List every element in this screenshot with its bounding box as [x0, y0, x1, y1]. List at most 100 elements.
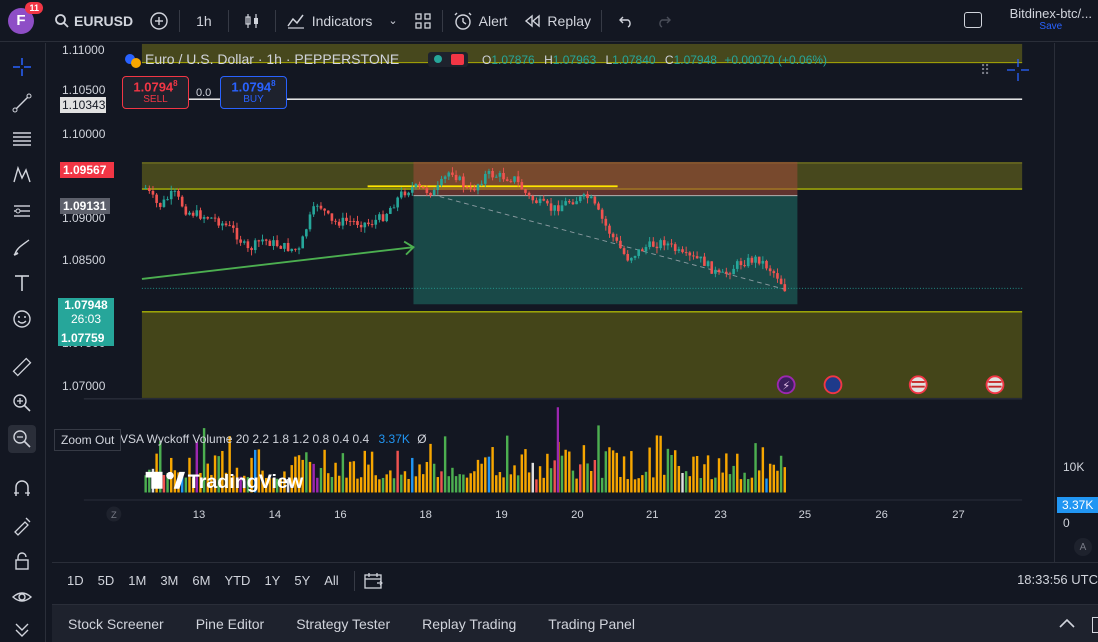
crosshair-icon	[13, 58, 31, 76]
interval-button[interactable]: 1h	[182, 0, 226, 42]
tab-pine-editor[interactable]: Pine Editor	[180, 616, 280, 632]
lock-tool[interactable]	[8, 547, 36, 575]
price-axis[interactable]: 1.11000 1.10500 1.10000 1.09000 1.08500 …	[52, 43, 114, 424]
range-1m[interactable]: 1M	[121, 573, 153, 588]
data-status-icon	[451, 54, 464, 65]
tab-strategy-tester[interactable]: Strategy Tester	[280, 616, 406, 632]
us-flag-event-icon-2[interactable]	[985, 375, 1005, 395]
green-zone-price-label[interactable]: 1.07759	[58, 330, 114, 346]
volume-bar	[432, 463, 436, 493]
green-trend-arrow[interactable]	[141, 246, 414, 280]
candle-body	[776, 273, 779, 279]
remove-drawings-tool[interactable]	[8, 617, 36, 642]
range-5y[interactable]: 5Y	[287, 573, 317, 588]
zoom-in-tool[interactable]	[8, 389, 36, 417]
zoom-out-tool[interactable]	[8, 425, 36, 453]
chevron-down-icon[interactable]: ⌄	[388, 14, 397, 27]
buy-label: BUY	[243, 94, 264, 106]
forecast-tool[interactable]	[8, 197, 36, 225]
user-avatar[interactable]: F 11	[8, 1, 43, 34]
tab-stock-screener[interactable]: Stock Screener	[52, 616, 180, 632]
candle-body	[498, 172, 502, 177]
buy-button[interactable]: 1.07948 BUY	[220, 76, 287, 109]
candle-body	[502, 172, 505, 180]
pattern-tool[interactable]	[8, 161, 36, 189]
calendar-range-icon[interactable]	[363, 571, 385, 591]
candle-body	[509, 180, 513, 182]
current-price-label[interactable]: 1.07948 26:03	[58, 298, 114, 330]
red-zone-price-label[interactable]: 1.09567	[60, 162, 114, 178]
entry-price-label[interactable]: 1.09131	[60, 198, 110, 214]
lower-yellow-zone[interactable]	[141, 311, 1023, 398]
time-tick: 23	[714, 509, 726, 521]
chart-type-button[interactable]	[231, 0, 273, 42]
chevron-up-icon[interactable]	[1058, 617, 1076, 629]
candle-body	[173, 190, 177, 192]
candle-body	[600, 209, 604, 219]
candle-body	[359, 224, 363, 228]
range-5d[interactable]: 5D	[91, 573, 122, 588]
range-1d[interactable]: 1D	[60, 573, 91, 588]
measure-tool[interactable]	[8, 353, 36, 381]
candle-body	[308, 214, 312, 230]
eu-flag-event-icon[interactable]	[823, 375, 843, 395]
right-price-scale[interactable]	[1054, 43, 1098, 562]
tab-trading-panel[interactable]: Trading Panel	[532, 616, 651, 632]
range-3m[interactable]: 3M	[153, 573, 185, 588]
volume-indicator-legend[interactable]: VSA Wyckoff Volume 20 2.2 1.8 1.2 0.8 0.…	[120, 432, 427, 446]
symbol-search-button[interactable]: EURUSD	[46, 0, 141, 42]
candle-body	[673, 244, 677, 251]
drawing-mode-tool[interactable]	[8, 511, 36, 539]
range-ytd[interactable]: YTD	[217, 573, 257, 588]
drag-handle-icon[interactable]: ⠿	[980, 63, 990, 79]
layout-toggle-icon[interactable]	[964, 12, 982, 28]
candle-body	[407, 192, 410, 196]
candle-body	[166, 199, 169, 201]
emoji-tool[interactable]	[8, 305, 36, 333]
candle-body	[476, 184, 480, 191]
tab-replay-trading[interactable]: Replay Trading	[406, 616, 532, 632]
volume-bar	[396, 450, 399, 493]
replay-button[interactable]: Replay	[515, 0, 599, 42]
range-6m[interactable]: 6M	[185, 573, 217, 588]
legend-title[interactable]: Euro / U.S. Dollar · 1h · PEPPERSTONE	[145, 51, 399, 67]
alert-button[interactable]: Alert	[445, 0, 516, 42]
redo-button[interactable]	[648, 0, 680, 42]
fib-tool[interactable]	[8, 125, 36, 153]
crosshair-tool[interactable]	[8, 53, 36, 81]
candle-body	[706, 261, 710, 266]
trend-line-tool[interactable]	[8, 89, 36, 117]
us-flag-event-icon[interactable]	[908, 375, 928, 395]
time-axis-z-button[interactable]: Z	[111, 510, 117, 520]
white-line-price-label[interactable]: 1.10343	[60, 97, 106, 113]
indicators-icon	[287, 14, 304, 29]
templates-button[interactable]	[406, 0, 440, 42]
brush-tool[interactable]	[8, 233, 36, 261]
layout-name-button[interactable]: Bitdinex-btc/... Save	[1010, 6, 1092, 32]
text-tool[interactable]	[8, 269, 36, 297]
range-all[interactable]: All	[317, 573, 345, 588]
candle-body	[535, 200, 538, 204]
time-tick: 21	[646, 509, 658, 521]
candle-body	[571, 202, 575, 205]
volume-bar	[765, 478, 768, 493]
hide-drawings-tool[interactable]	[8, 583, 36, 611]
range-1y[interactable]: 1Y	[257, 573, 287, 588]
magnet-tool[interactable]	[8, 475, 36, 503]
utc-clock[interactable]: 18:33:56 UTC	[1017, 572, 1098, 587]
maximize-panel-icon[interactable]	[1092, 617, 1098, 633]
compare-symbol-button[interactable]	[141, 0, 177, 42]
undo-button[interactable]	[604, 0, 648, 42]
volume-bar	[743, 472, 746, 493]
candle-body	[651, 241, 655, 247]
volume-bar	[418, 464, 421, 493]
volume-bar	[761, 447, 765, 493]
volume-bar	[400, 474, 403, 493]
sell-button[interactable]: 1.07948 SELL	[122, 76, 189, 109]
indicators-button[interactable]: Indicators ⌄	[278, 0, 406, 42]
candle-body	[250, 248, 253, 251]
alarm-clock-icon	[454, 12, 472, 30]
time-axis[interactable]: 13 14 16 18 19 20 21 23 25 26 27	[193, 509, 965, 521]
candle-body	[666, 243, 670, 246]
volume-bar	[776, 470, 779, 493]
